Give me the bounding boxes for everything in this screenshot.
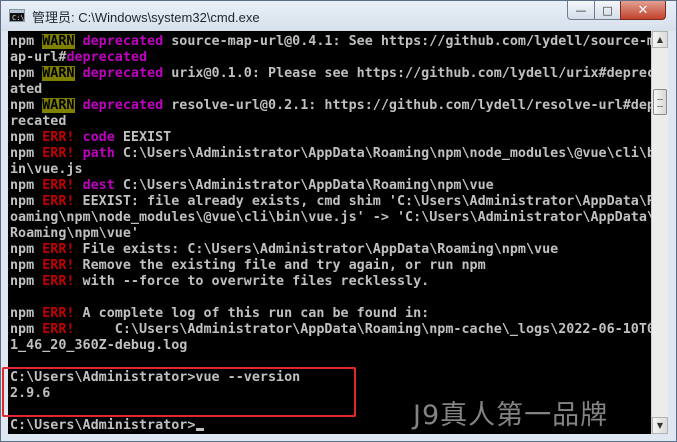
console-text-segment: Remove the existing file and try again, … [74,258,486,273]
console-text-segment: Roaming\npm\vue' [10,226,139,241]
console-text-segment: dest [82,178,115,193]
console-text-segment: npm [10,98,43,113]
console-text-segment: WARN [42,98,75,113]
console-text-segment: C:\Users\Administrator\AppData\Roaming\n… [114,178,494,193]
console-text-segment: ERR! [42,306,75,321]
console-line: npm WARN deprecated source-map-url@0.4.1… [10,34,651,50]
console-text-segment: with --force to overwrite files reckless… [74,274,430,289]
console-text-segment: ERR! [42,258,75,273]
console-text-segment: EEXIST [114,130,172,145]
console-text-segment: C:\Users\Administrator> [10,418,196,433]
console-text-segment: ap-url# [10,50,67,65]
console-line: npm ERR! code EEXIST [10,130,171,146]
title-bar[interactable]: C:\ 管理员: C:\Windows\system32\cmd.exe — □… [1,1,676,31]
console-text-segment: ERR! [42,242,75,257]
vertical-scrollbar[interactable]: ▲ ▼ [651,31,668,434]
console-line: oaming\npm\node_modules\@vue\cli\bin\vue… [10,210,651,226]
console-text-segment: ERR! [42,130,75,145]
console-line: npm ERR! path C:\Users\Administrator\App… [10,146,651,162]
console-text-segment: WARN [42,34,75,49]
console-text-segment: npm [10,274,43,289]
console-text-segment: npm [10,146,43,161]
console-line: npm WARN deprecated resolve-url@0.2.1: h… [10,98,651,114]
console-text-segment: npm [10,306,43,321]
console-line: npm ERR! A complete log of this run can … [10,306,429,322]
console-text-segment: ated [10,82,43,97]
console-text-segment: A complete log of this run can be found … [74,306,430,321]
console-text-segment: recated [10,114,67,129]
console-text-segment: deprecated [82,66,164,81]
console-text-segment: ERR! [42,146,75,161]
console-text-segment: in\vue.js [10,162,83,177]
console-text-segment: deprecated [82,98,164,113]
scroll-up-arrow-icon[interactable]: ▲ [652,31,668,48]
console-text-segment: deprecated [82,34,164,49]
console-text-segment: source-map-url@0.4.1: See https://github… [163,34,651,49]
console-text-segment: oaming\npm\node_modules\@vue\cli\bin\vue… [10,210,651,225]
console-text-segment: C:\Users\Administrator\AppData\Roaming\n… [74,322,651,337]
console-text-segment: File exists: C:\Users\Administrator\AppD… [74,242,559,257]
console-line: ap-url#deprecated [10,50,147,66]
console-text-segment: ERR! [42,178,75,193]
console-line: recated [10,114,66,130]
console-text-segment [75,98,83,113]
console-line: ated [10,82,42,98]
close-button[interactable]: ✕ [620,1,666,20]
console-text-segment: npm [10,322,43,337]
console-app-icon[interactable]: C:\ [9,9,25,22]
console-text-segment: EEXIST: file already exists, cmd shim 'C… [74,194,651,209]
console-line: npm ERR! Remove the existing file and tr… [10,258,486,274]
console-text-segment: WARN [42,66,75,81]
console-line: in\vue.js [10,162,83,178]
maximize-button[interactable]: □ [594,1,621,20]
console-line: 1_46_20_360Z-debug.log [10,338,187,354]
console-text-segment: urix@0.1.0: Please see https://github.co… [163,66,651,81]
watermark-text: J9真人第一品牌 [413,400,609,431]
scroll-down-arrow-icon[interactable]: ▼ [652,417,668,434]
console-text-segment [75,146,83,161]
console-line: Roaming\npm\vue' [10,226,139,242]
console-text-segment: deprecated [66,50,148,65]
console-text-segment: npm [10,258,43,273]
cmd-window: C:\ 管理员: C:\Windows\system32\cmd.exe — □… [0,0,677,442]
window-title: 管理员: C:\Windows\system32\cmd.exe [32,10,260,25]
console-text-segment: ERR! [42,194,75,209]
minimize-button[interactable]: — [567,1,595,20]
console-text-segment: ERR! [42,322,75,337]
console-text-segment: npm [10,34,43,49]
console-line: C:\Users\Administrator> [10,418,195,434]
console-line: npm ERR! C:\Users\Administrator\AppData\… [10,322,651,338]
console-text-segment: path [82,146,115,161]
console-line: npm ERR! EEXIST: file already exists, cm… [10,194,651,210]
console-text-segment: npm [10,130,43,145]
console-line: npm ERR! dest C:\Users\Administrator\App… [10,178,494,194]
console-text-segment [75,130,83,145]
console-text-segment: code [82,130,115,145]
red-highlight-box [2,367,356,417]
console-text-segment: C:\Users\Administrator\AppData\Roaming\n… [114,146,651,161]
scroll-thumb[interactable] [653,89,667,115]
console-text-segment: npm [10,178,43,193]
console-line: npm ERR! File exists: C:\Users\Administr… [10,242,558,258]
console-line: npm WARN deprecated urix@0.1.0: Please s… [10,66,651,82]
console-text-segment: resolve-url@0.2.1: https://github.com/ly… [163,98,651,113]
console-text-segment: 1_46_20_360Z-debug.log [10,338,188,353]
console-line: npm ERR! with --force to overwrite files… [10,274,429,290]
console-text-segment [75,178,83,193]
console-text-segment: ERR! [42,274,75,289]
console-text-segment: npm [10,194,43,209]
console-text-segment: npm [10,242,43,257]
console-text-segment [75,66,83,81]
console-text-segment: npm [10,66,43,81]
console-text-segment [75,34,83,49]
text-cursor [196,428,204,431]
